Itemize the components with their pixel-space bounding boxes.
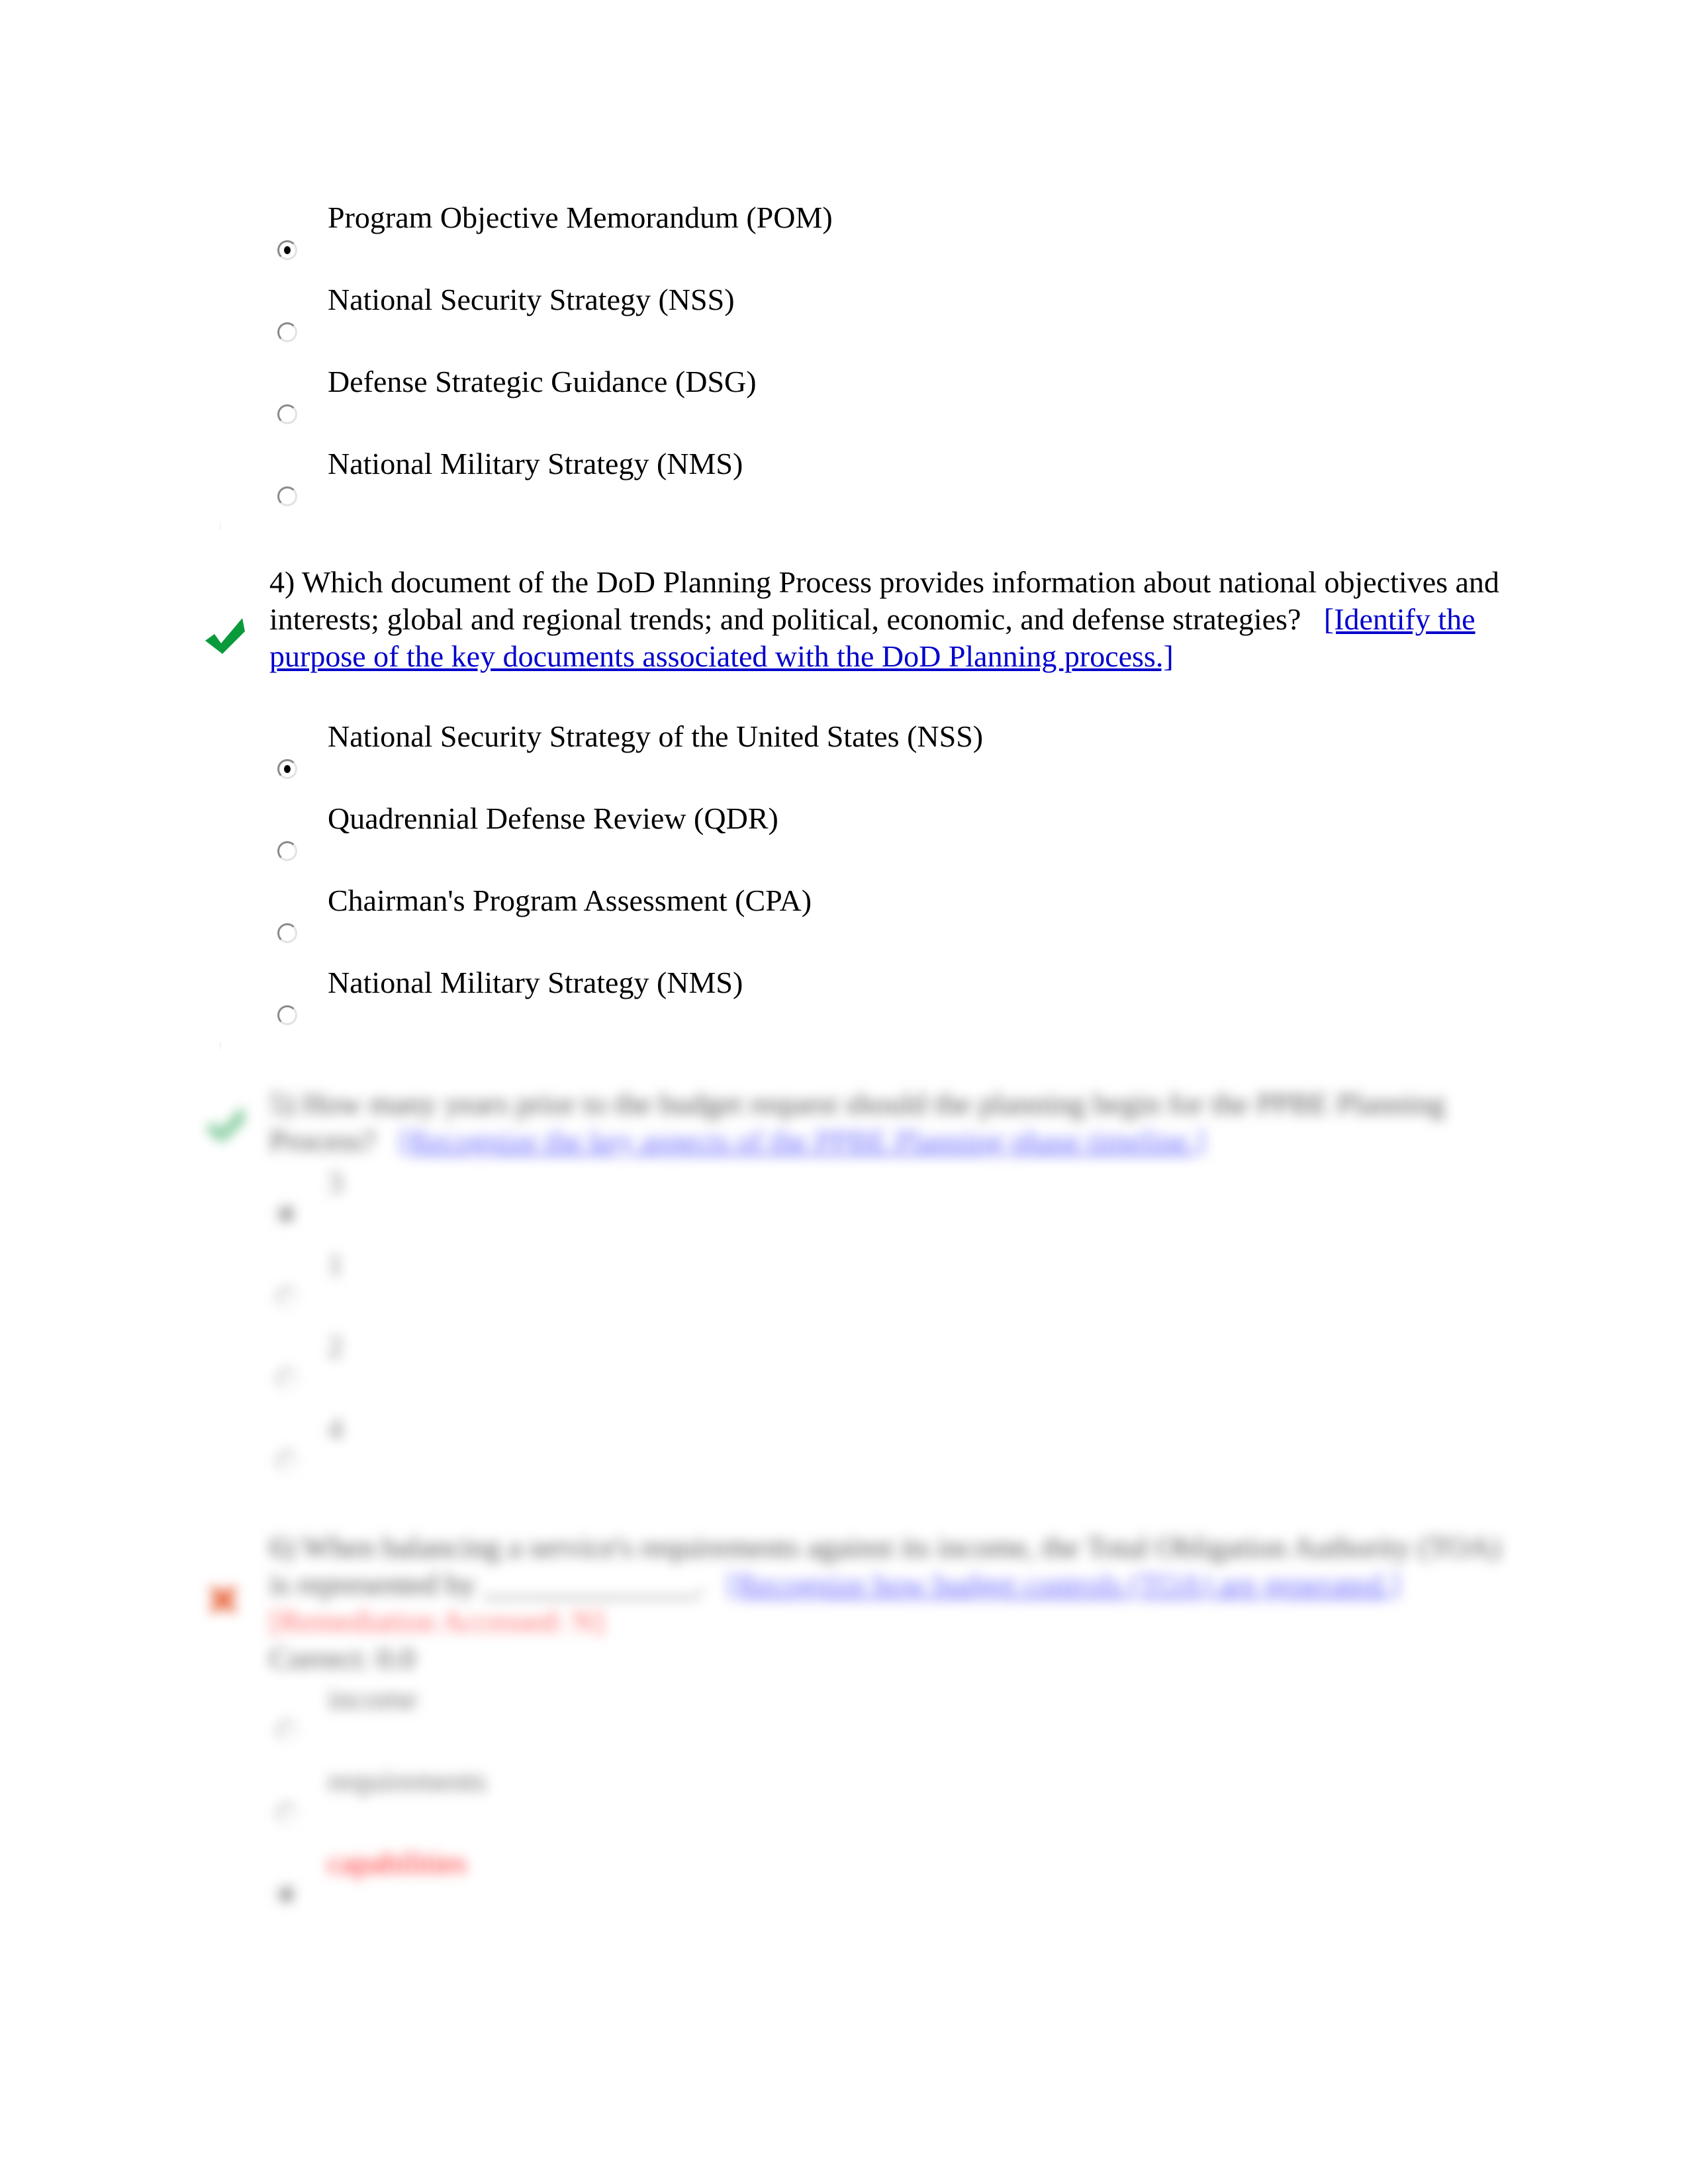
option-label: National Security Strategy of the United… xyxy=(328,719,984,753)
question-text: 4) Which document of the DoD Planning Pr… xyxy=(269,564,1501,675)
radio-option-qdr[interactable] xyxy=(277,841,297,861)
option-label: National Military Strategy (NMS) xyxy=(328,966,743,999)
option-label: 2 xyxy=(328,1330,343,1363)
radio-option-1[interactable] xyxy=(277,1287,297,1307)
option-label: National Military Strategy (NMS) xyxy=(328,447,743,480)
remediation-status: [Remediation Accessed: N] xyxy=(269,1604,604,1638)
question-text: 6) When balancing a service's requiremen… xyxy=(269,1529,1501,1677)
radio-option-3[interactable] xyxy=(277,1205,297,1225)
learning-objective-link[interactable]: [Recognize the key aspects of the PPBE P… xyxy=(399,1124,1205,1158)
divider xyxy=(220,1042,221,1049)
radio-option-nms[interactable] xyxy=(277,1005,297,1025)
option-label: Quadrennial Defense Review (QDR) xyxy=(328,801,778,835)
option-label: Defense Strategic Guidance (DSG) xyxy=(328,365,757,398)
radio-option-dsg[interactable] xyxy=(277,404,297,424)
radio-option-nms[interactable] xyxy=(277,486,297,506)
question-text: 5) How many years prior to the budget re… xyxy=(269,1085,1501,1160)
radio-selected-dot xyxy=(284,765,291,773)
option-label: Chairman's Program Assessment (CPA) xyxy=(328,884,812,917)
option-label: income xyxy=(328,1682,418,1715)
radio-option-capabilities[interactable] xyxy=(277,1886,297,1905)
radio-option-nss[interactable] xyxy=(277,759,297,779)
radio-selected-dot xyxy=(284,1211,291,1219)
divider xyxy=(220,523,221,529)
radio-option-cpa[interactable] xyxy=(277,923,297,943)
radio-option-4[interactable] xyxy=(277,1451,297,1471)
radio-option-income[interactable] xyxy=(277,1721,297,1741)
radio-option-pom[interactable] xyxy=(277,240,297,260)
question-prompt: 4) Which document of the DoD Planning Pr… xyxy=(269,565,1499,636)
radio-option-requirements[interactable] xyxy=(277,1803,297,1823)
learning-objective-link[interactable]: [Recognize how budget controls (TOA) are… xyxy=(727,1567,1400,1601)
radio-selected-dot xyxy=(284,246,291,254)
option-label: 1 xyxy=(328,1248,343,1281)
x-mark-icon xyxy=(207,1583,240,1616)
checkmark-icon xyxy=(204,615,248,655)
option-label: Program Objective Memorandum (POM) xyxy=(328,201,833,234)
option-label: National Security Strategy (NSS) xyxy=(328,283,735,316)
option-label-wrong: capabilities xyxy=(328,1846,467,1880)
radio-option-nss[interactable] xyxy=(277,322,297,342)
option-label: requirements xyxy=(328,1764,487,1797)
option-label: 4 xyxy=(328,1412,343,1445)
radio-selected-dot xyxy=(284,1891,291,1899)
score-text: Correct: 0.0 xyxy=(269,1641,415,1675)
option-label: 3 xyxy=(328,1165,343,1199)
radio-option-2[interactable] xyxy=(277,1369,297,1389)
checkmark-icon xyxy=(204,1104,248,1144)
